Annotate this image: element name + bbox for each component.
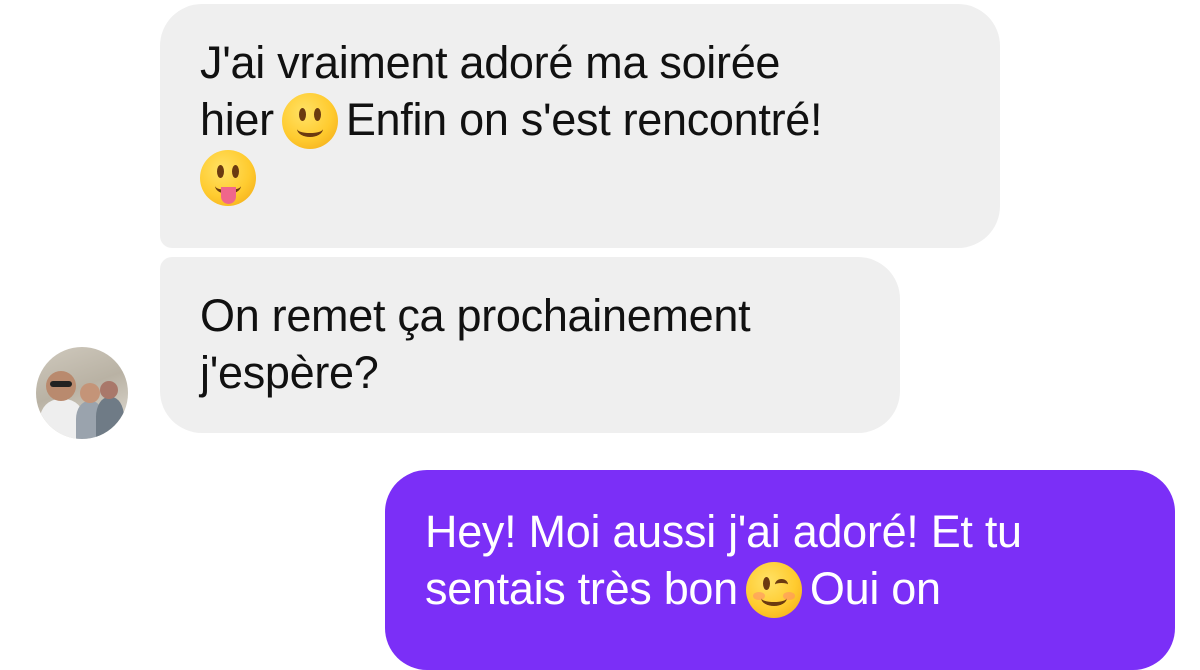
avatar-photo-face (100, 381, 118, 399)
message-text: J'ai vraiment adoré ma soirée (200, 37, 781, 88)
winking-face-emoji-icon (745, 562, 802, 618)
message-text: Oui on (809, 563, 941, 614)
slightly-smiling-face-emoji-icon (281, 93, 338, 149)
message-text: Hey! Moi aussi j'ai adoré! Et tu (425, 506, 1022, 557)
incoming-message-bubble[interactable]: On remet ça prochainement j'espère? (160, 257, 900, 433)
message-line: Hey! Moi aussi j'ai adoré! Et tu (425, 503, 1175, 560)
message-line: sentais très bon Oui on (425, 560, 1175, 618)
message-line: J'ai vraiment adoré ma soirée (200, 34, 1000, 91)
message-line (200, 148, 1000, 206)
message-line: On remet ça prochainement (200, 287, 900, 344)
message-line: hier Enfin on s'est rencontré! (200, 91, 1000, 149)
message-text: On remet ça prochainement (200, 290, 751, 341)
avatar-photo-face (80, 383, 100, 403)
message-text: hier (200, 94, 274, 145)
contact-avatar[interactable] (36, 347, 128, 439)
message-text: Enfin on s'est rencontré! (345, 94, 823, 145)
avatar-photo-person (96, 397, 124, 439)
face-with-tongue-emoji-icon (200, 150, 256, 206)
outgoing-message-bubble[interactable]: Hey! Moi aussi j'ai adoré! Et tu sentais… (385, 470, 1175, 670)
message-text: sentais très bon (425, 563, 738, 614)
avatar-photo-sunglasses (50, 381, 72, 387)
message-line: j'espère? (200, 344, 900, 401)
message-text: j'espère? (200, 347, 379, 398)
incoming-message-bubble[interactable]: J'ai vraiment adoré ma soirée hier Enfin … (160, 4, 1000, 248)
